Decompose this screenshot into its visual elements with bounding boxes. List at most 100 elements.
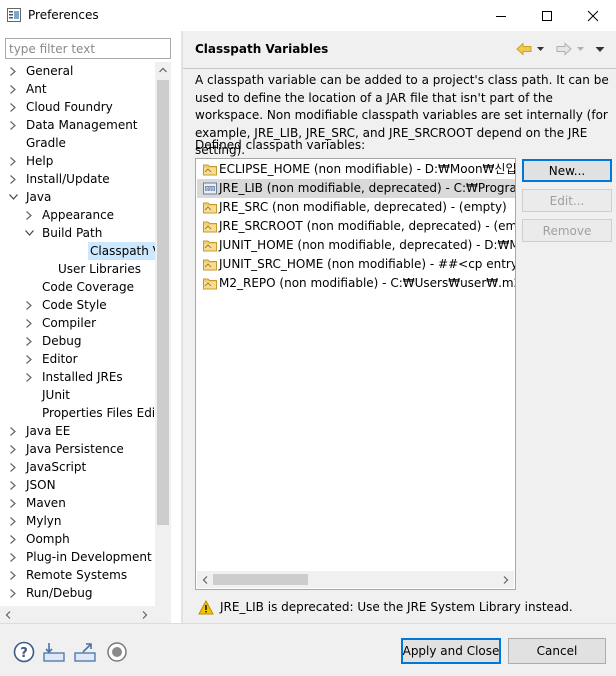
tree-item-user-libraries[interactable]: User Libraries — [0, 260, 155, 278]
tree-item-java[interactable]: Java — [0, 188, 155, 206]
classpath-variables-list[interactable]: M2_REPO (non modifiable) - C:₩Users₩user… — [195, 158, 516, 590]
collapsed-chevron-icon[interactable] — [8, 458, 18, 476]
collapsed-chevron-icon[interactable] — [8, 80, 18, 98]
collapsed-chevron-icon[interactable] — [24, 314, 34, 332]
collapsed-chevron-icon[interactable] — [8, 422, 18, 440]
tree-item-ant[interactable]: Ant — [0, 80, 155, 98]
apply-and-close-button[interactable]: Apply and Close — [401, 638, 501, 664]
classpath-variable-text: JUNIT_SRC_HOME (non modifiable) - ##<cp … — [219, 257, 515, 271]
tree-item-remote-systems[interactable]: Remote Systems — [0, 566, 155, 584]
forward-button[interactable] — [556, 40, 585, 58]
classpath-variable-row[interactable]: M2_REPO (non modifiable) - C:₩Users₩user… — [197, 274, 515, 293]
tree-item-javascript[interactable]: JavaScript — [0, 458, 155, 476]
tree-item-plug-in-development[interactable]: Plug-in Development — [0, 548, 155, 566]
tree-item-json[interactable]: JSON — [0, 476, 155, 494]
forward-dropdown-icon[interactable] — [576, 46, 585, 52]
tree-item-label: Debug — [42, 334, 82, 348]
tree-horizontal-scrollbar[interactable] — [0, 606, 155, 623]
tree-item-properties-files-editor[interactable]: Properties Files Editor — [0, 404, 155, 422]
scroll-left-arrow-icon[interactable] — [5, 611, 11, 619]
expanded-chevron-icon[interactable] — [24, 224, 34, 242]
collapsed-chevron-icon[interactable] — [8, 530, 18, 548]
tree-item-installed-jres[interactable]: Installed JREs — [0, 368, 155, 386]
classpath-variable-row[interactable]: JUNIT_SRC_HOME (non modifiable) - ##<cp … — [197, 255, 515, 274]
tree-item-label: Installed JREs — [42, 370, 123, 384]
tree-vertical-scrollbar[interactable] — [155, 62, 171, 624]
help-icon[interactable]: ? — [12, 640, 36, 664]
collapsed-chevron-icon[interactable] — [24, 206, 34, 224]
tree-item-label: JavaScript — [26, 460, 87, 474]
collapsed-chevron-icon[interactable] — [8, 62, 18, 80]
collapsed-chevron-icon[interactable] — [24, 332, 34, 350]
collapsed-chevron-icon[interactable] — [8, 98, 18, 116]
edit-button[interactable]: Edit... — [522, 189, 612, 212]
tree-item-debug[interactable]: Debug — [0, 332, 155, 350]
collapsed-chevron-icon[interactable] — [8, 566, 18, 584]
scroll-right-arrow-icon[interactable] — [142, 611, 148, 619]
folder-icon — [203, 239, 217, 252]
scroll-up-arrow-icon[interactable] — [155, 62, 171, 78]
close-button[interactable] — [570, 0, 616, 31]
classpath-variable-row[interactable]: JRE_SRCROOT (non modifiable, deprecated)… — [197, 217, 515, 236]
tree-item-label: Editor — [42, 352, 78, 366]
collapsed-chevron-icon[interactable] — [8, 476, 18, 494]
list-horizontal-scrollbar[interactable] — [197, 571, 514, 588]
classpath-variable-row[interactable]: 010 JRE_LIB (non modifiable, deprecated) … — [197, 179, 515, 198]
tree-item-code-coverage[interactable]: Code Coverage — [0, 278, 155, 296]
collapsed-chevron-icon[interactable] — [24, 296, 34, 314]
collapsed-chevron-icon[interactable] — [8, 170, 18, 188]
classpath-variable-row[interactable]: JUNIT_HOME (non modifiable, deprecated) … — [197, 236, 515, 255]
minimize-button[interactable] — [478, 0, 524, 31]
collapsed-chevron-icon[interactable] — [8, 512, 18, 530]
tree-item-oomph[interactable]: Oomph — [0, 530, 155, 548]
collapsed-chevron-icon[interactable] — [24, 368, 34, 386]
collapsed-chevron-icon[interactable] — [8, 152, 18, 170]
tree-item-editor[interactable]: Editor — [0, 350, 155, 368]
list-scroll-left-arrow-icon[interactable] — [202, 576, 208, 584]
back-arrow-icon — [516, 42, 532, 56]
back-dropdown-icon[interactable] — [536, 46, 545, 52]
classpath-variable-row[interactable]: ECLIPSE_HOME (non modifiable) - D:₩Moon₩… — [197, 160, 515, 179]
pane-divider[interactable] — [181, 31, 183, 623]
tree-item-classpath-variables[interactable]: Classpath Variables — [88, 242, 155, 260]
tree-item-run-debug[interactable]: Run/Debug — [0, 584, 155, 602]
tree-scroll-thumb[interactable] — [157, 80, 169, 525]
import-icon[interactable] — [42, 640, 66, 664]
collapsed-chevron-icon[interactable] — [24, 350, 34, 368]
tree-item-data-management[interactable]: Data Management — [0, 116, 155, 134]
tree-item-appearance[interactable]: Appearance — [0, 206, 155, 224]
collapsed-chevron-icon[interactable] — [8, 440, 18, 458]
tree-item-java-persistence[interactable]: Java Persistence — [0, 440, 155, 458]
expanded-chevron-icon[interactable] — [8, 188, 18, 206]
tree-item-compiler[interactable]: Compiler — [0, 314, 155, 332]
classpath-variable-text: JRE_SRC (non modifiable, deprecated) - (… — [219, 200, 507, 214]
tree-item-java-ee[interactable]: Java EE — [0, 422, 155, 440]
export-icon[interactable] — [73, 640, 97, 664]
collapsed-chevron-icon[interactable] — [8, 548, 18, 566]
classpath-variable-row[interactable]: JRE_SRC (non modifiable, deprecated) - (… — [197, 198, 515, 217]
tree-item-build-path[interactable]: Build Path — [0, 224, 155, 242]
view-menu-button[interactable] — [595, 40, 605, 58]
collapsed-chevron-icon[interactable] — [8, 584, 18, 602]
tree-item-install-update[interactable]: Install/Update — [0, 170, 155, 188]
collapsed-chevron-icon[interactable] — [8, 494, 18, 512]
tree-item-maven[interactable]: Maven — [0, 494, 155, 512]
maximize-button[interactable] — [524, 0, 570, 31]
collapsed-chevron-icon[interactable] — [8, 116, 18, 134]
tree-item-junit[interactable]: JUnit — [0, 386, 155, 404]
tree-item-general[interactable]: General — [0, 62, 155, 80]
back-button[interactable] — [516, 40, 545, 58]
tree-item-mylyn[interactable]: Mylyn — [0, 512, 155, 530]
record-icon[interactable] — [105, 640, 129, 664]
tree-item-label: Data Management — [26, 118, 138, 132]
tree-item-cloud-foundry[interactable]: Cloud Foundry — [0, 98, 155, 116]
tree-item-gradle[interactable]: Gradle — [0, 134, 155, 152]
list-scroll-right-arrow-icon[interactable] — [503, 576, 509, 584]
cancel-button[interactable]: Cancel — [508, 638, 606, 664]
remove-button[interactable]: Remove — [522, 219, 612, 242]
tree-item-help[interactable]: Help — [0, 152, 155, 170]
list-scroll-thumb[interactable] — [213, 574, 308, 585]
new-button[interactable]: New... — [522, 159, 612, 182]
filter-input[interactable] — [5, 38, 171, 59]
tree-item-code-style[interactable]: Code Style — [0, 296, 155, 314]
